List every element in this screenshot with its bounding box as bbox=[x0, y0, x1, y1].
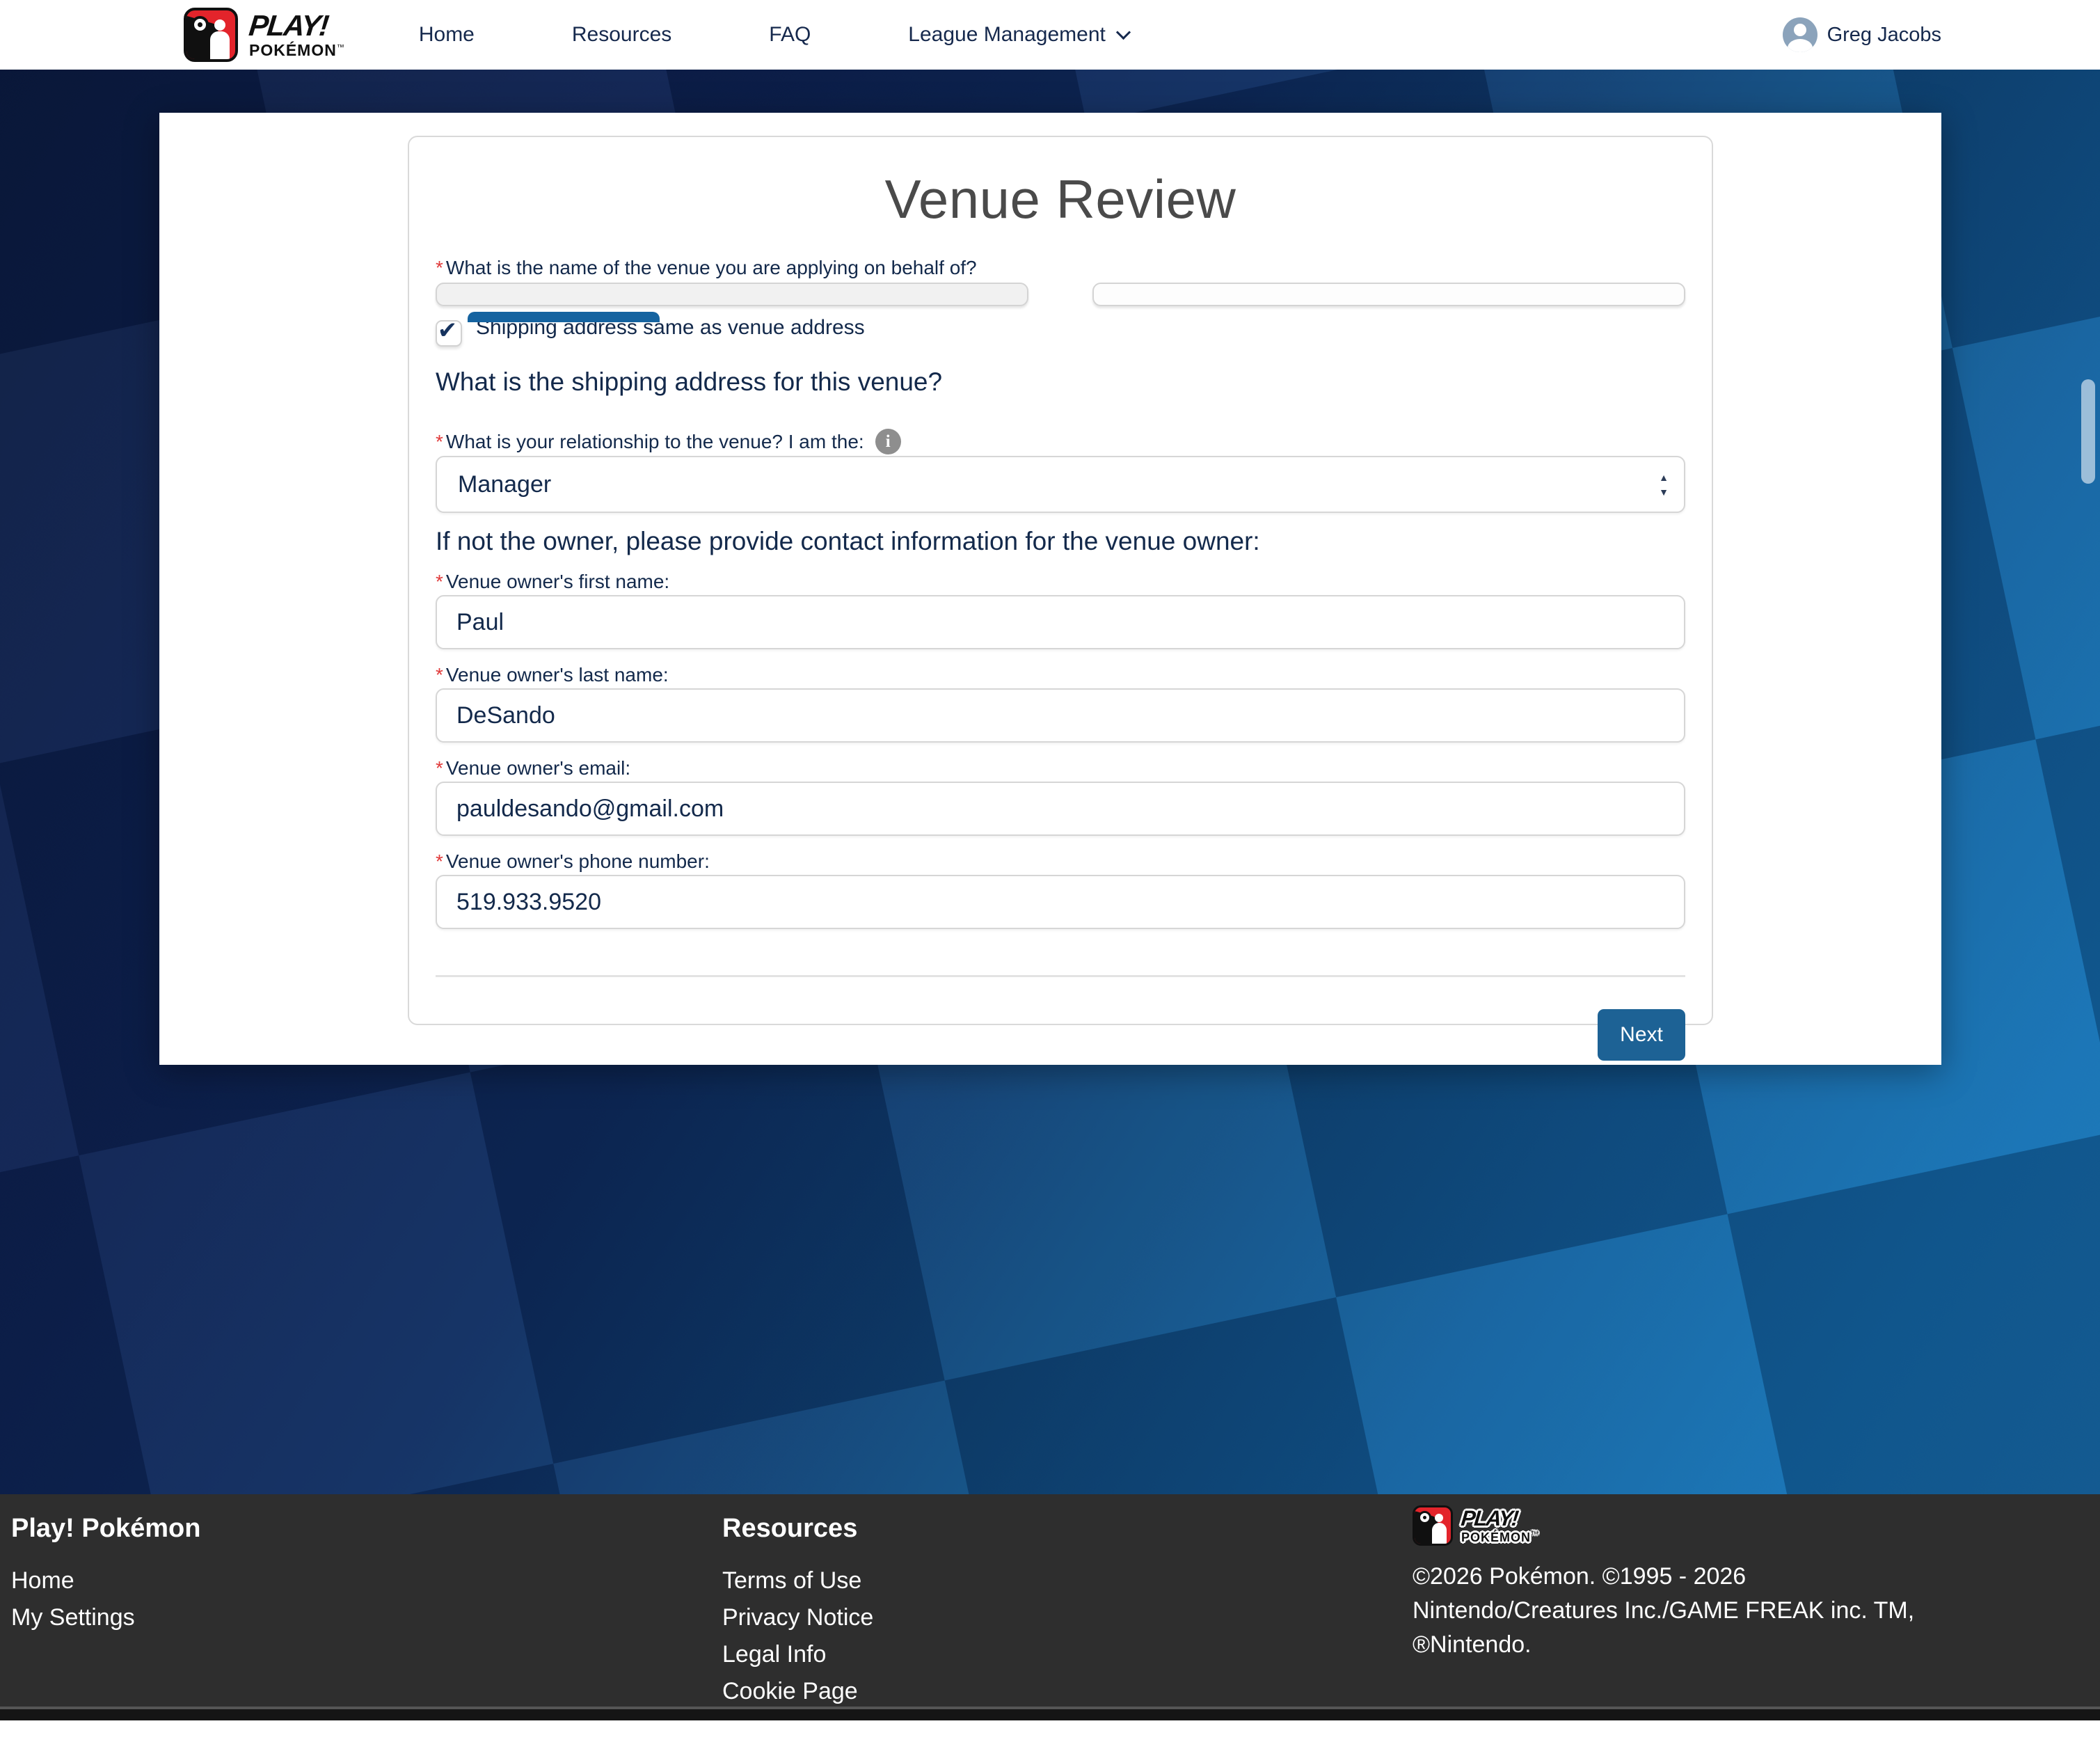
venue-name-inputs-row bbox=[436, 283, 1685, 306]
play-pokemon-logo-icon bbox=[184, 8, 238, 62]
relationship-label: *What is your relationship to the venue?… bbox=[436, 430, 864, 454]
copyright-line: Nintendo/Creatures Inc./GAME FREAK inc. … bbox=[1413, 1594, 1914, 1628]
footer-link-legal-info[interactable]: Legal Info bbox=[722, 1641, 893, 1668]
footer-logo-text: PLAY! POKÉMON™ bbox=[1461, 1507, 1539, 1544]
copyright-line: ©2026 Pokémon. ©1995 - 2026 bbox=[1413, 1560, 1914, 1594]
page-footer: Play! Pokémon Home My Settings Resources… bbox=[0, 1494, 2100, 1720]
owner-email-field: *Venue owner's email: bbox=[436, 757, 1685, 836]
footer-column-play-pokemon: Play! Pokémon Home My Settings bbox=[11, 1514, 200, 1631]
logo-play-text: PLAY! bbox=[248, 11, 347, 40]
owner-email-input[interactable] bbox=[436, 782, 1685, 836]
user-avatar-icon bbox=[1783, 17, 1817, 52]
footer-heading-resources: Resources bbox=[722, 1514, 893, 1544]
trademark-mark: ™ bbox=[1531, 1530, 1539, 1539]
footer-logo-pokemon-text: POKÉMON™ bbox=[1461, 1531, 1539, 1544]
footer-logo-icon bbox=[1413, 1505, 1453, 1546]
vertical-scrollbar-thumb[interactable] bbox=[2081, 379, 2095, 484]
form-actions: Next bbox=[436, 1009, 1685, 1061]
relationship-selected-value: Manager bbox=[458, 471, 551, 498]
owner-email-label: *Venue owner's email: bbox=[436, 757, 630, 779]
shipping-same-checkbox-block: ✔ Shipping address same as venue address bbox=[436, 313, 1685, 347]
chevron-down-icon bbox=[1116, 24, 1131, 39]
top-navbar: PLAY! POKÉMON™ Home Resources FAQ League… bbox=[0, 0, 2100, 70]
user-menu[interactable]: Greg Jacobs bbox=[1783, 17, 1941, 52]
owner-first-name-input[interactable] bbox=[436, 595, 1685, 649]
spinner-up-icon[interactable]: ▲ bbox=[1659, 473, 1669, 482]
required-marker: * bbox=[436, 571, 443, 592]
venue-name-secondary-input[interactable] bbox=[1092, 283, 1685, 306]
required-marker: * bbox=[436, 664, 443, 686]
relationship-label-row: *What is your relationship to the venue?… bbox=[436, 429, 1685, 454]
nav-dropdown-league-management[interactable]: League Management bbox=[908, 23, 1129, 47]
footer-play-pokemon-logo: PLAY! POKÉMON™ bbox=[1413, 1505, 1914, 1546]
footer-link-my-settings[interactable]: My Settings bbox=[11, 1604, 200, 1631]
nav-links: Home Resources FAQ League Management bbox=[419, 23, 1129, 47]
owner-phone-label: *Venue owner's phone number: bbox=[436, 850, 710, 872]
owner-phone-input[interactable] bbox=[436, 875, 1685, 929]
logo-pokemon-text: POKÉMON™ bbox=[249, 42, 345, 58]
required-marker: * bbox=[436, 257, 443, 278]
nav-link-home[interactable]: Home bbox=[419, 23, 475, 47]
pokeball-icon bbox=[1418, 1511, 1431, 1524]
required-marker: * bbox=[436, 850, 443, 872]
play-pokemon-logo[interactable]: PLAY! POKÉMON™ bbox=[184, 8, 345, 62]
copyright-line: ®Nintendo. bbox=[1413, 1628, 1914, 1662]
owner-last-name-label: *Venue owner's last name: bbox=[436, 664, 669, 686]
form-divider bbox=[436, 975, 1685, 977]
user-name: Greg Jacobs bbox=[1827, 24, 1941, 47]
trademark-mark: ™ bbox=[337, 43, 345, 52]
logo-text: PLAY! POKÉMON™ bbox=[249, 11, 345, 58]
nav-link-resources[interactable]: Resources bbox=[572, 23, 671, 47]
copyright-text: ©2026 Pokémon. ©1995 - 2026 Nintendo/Cre… bbox=[1413, 1560, 1914, 1662]
bottom-edge-strip bbox=[0, 1707, 2100, 1720]
spinner-down-icon[interactable]: ▼ bbox=[1659, 487, 1669, 497]
league-management-label: League Management bbox=[908, 23, 1106, 47]
relationship-select[interactable]: Manager ▲ ▼ bbox=[436, 456, 1685, 513]
content-panel: Venue Review *What is the name of the ve… bbox=[159, 113, 1941, 1065]
footer-link-home[interactable]: Home bbox=[11, 1567, 200, 1594]
select-spinner: ▲ ▼ bbox=[1659, 457, 1669, 512]
venue-review-card: Venue Review *What is the name of the ve… bbox=[408, 136, 1713, 1025]
required-marker: * bbox=[436, 431, 443, 452]
owner-first-name-label: *Venue owner's first name: bbox=[436, 571, 669, 592]
owner-first-name-field: *Venue owner's first name: bbox=[436, 570, 1685, 649]
required-marker: * bbox=[436, 757, 443, 779]
footer-logo-play-text: PLAY! bbox=[1460, 1507, 1540, 1529]
check-icon: ✔ bbox=[438, 317, 458, 345]
owner-last-name-input[interactable] bbox=[436, 688, 1685, 743]
pokeball-icon bbox=[191, 16, 209, 33]
footer-link-cookie-page[interactable]: Cookie Page bbox=[722, 1678, 893, 1705]
footer-heading-play-pokemon: Play! Pokémon bbox=[11, 1514, 200, 1544]
venue-name-question: *What is the name of the venue you are a… bbox=[436, 256, 1685, 306]
nav-link-faq[interactable]: FAQ bbox=[769, 23, 811, 47]
footer-column-legal: PLAY! POKÉMON™ ©2026 Pokémon. ©1995 - 20… bbox=[1413, 1505, 1914, 1662]
venue-name-input[interactable] bbox=[436, 283, 1028, 306]
info-icon[interactable]: i bbox=[875, 429, 901, 454]
footer-link-terms-of-use[interactable]: Terms of Use bbox=[722, 1567, 893, 1594]
venue-name-label: *What is the name of the venue you are a… bbox=[436, 256, 1685, 280]
next-button[interactable]: Next bbox=[1598, 1009, 1685, 1061]
trainer-silhouette-icon bbox=[210, 31, 230, 62]
page-title: Venue Review bbox=[436, 168, 1685, 231]
owner-last-name-field: *Venue owner's last name: bbox=[436, 663, 1685, 743]
shipping-same-checkbox[interactable]: ✔ bbox=[436, 320, 462, 347]
trainer-silhouette-icon bbox=[1432, 1523, 1447, 1546]
footer-link-privacy-notice[interactable]: Privacy Notice bbox=[722, 1604, 893, 1631]
owner-contact-heading: If not the owner, please provide contact… bbox=[436, 527, 1685, 556]
focus-highlight-bar bbox=[468, 312, 660, 322]
shipping-address-heading: What is the shipping address for this ve… bbox=[436, 367, 1685, 397]
owner-phone-field: *Venue owner's phone number: bbox=[436, 850, 1685, 929]
